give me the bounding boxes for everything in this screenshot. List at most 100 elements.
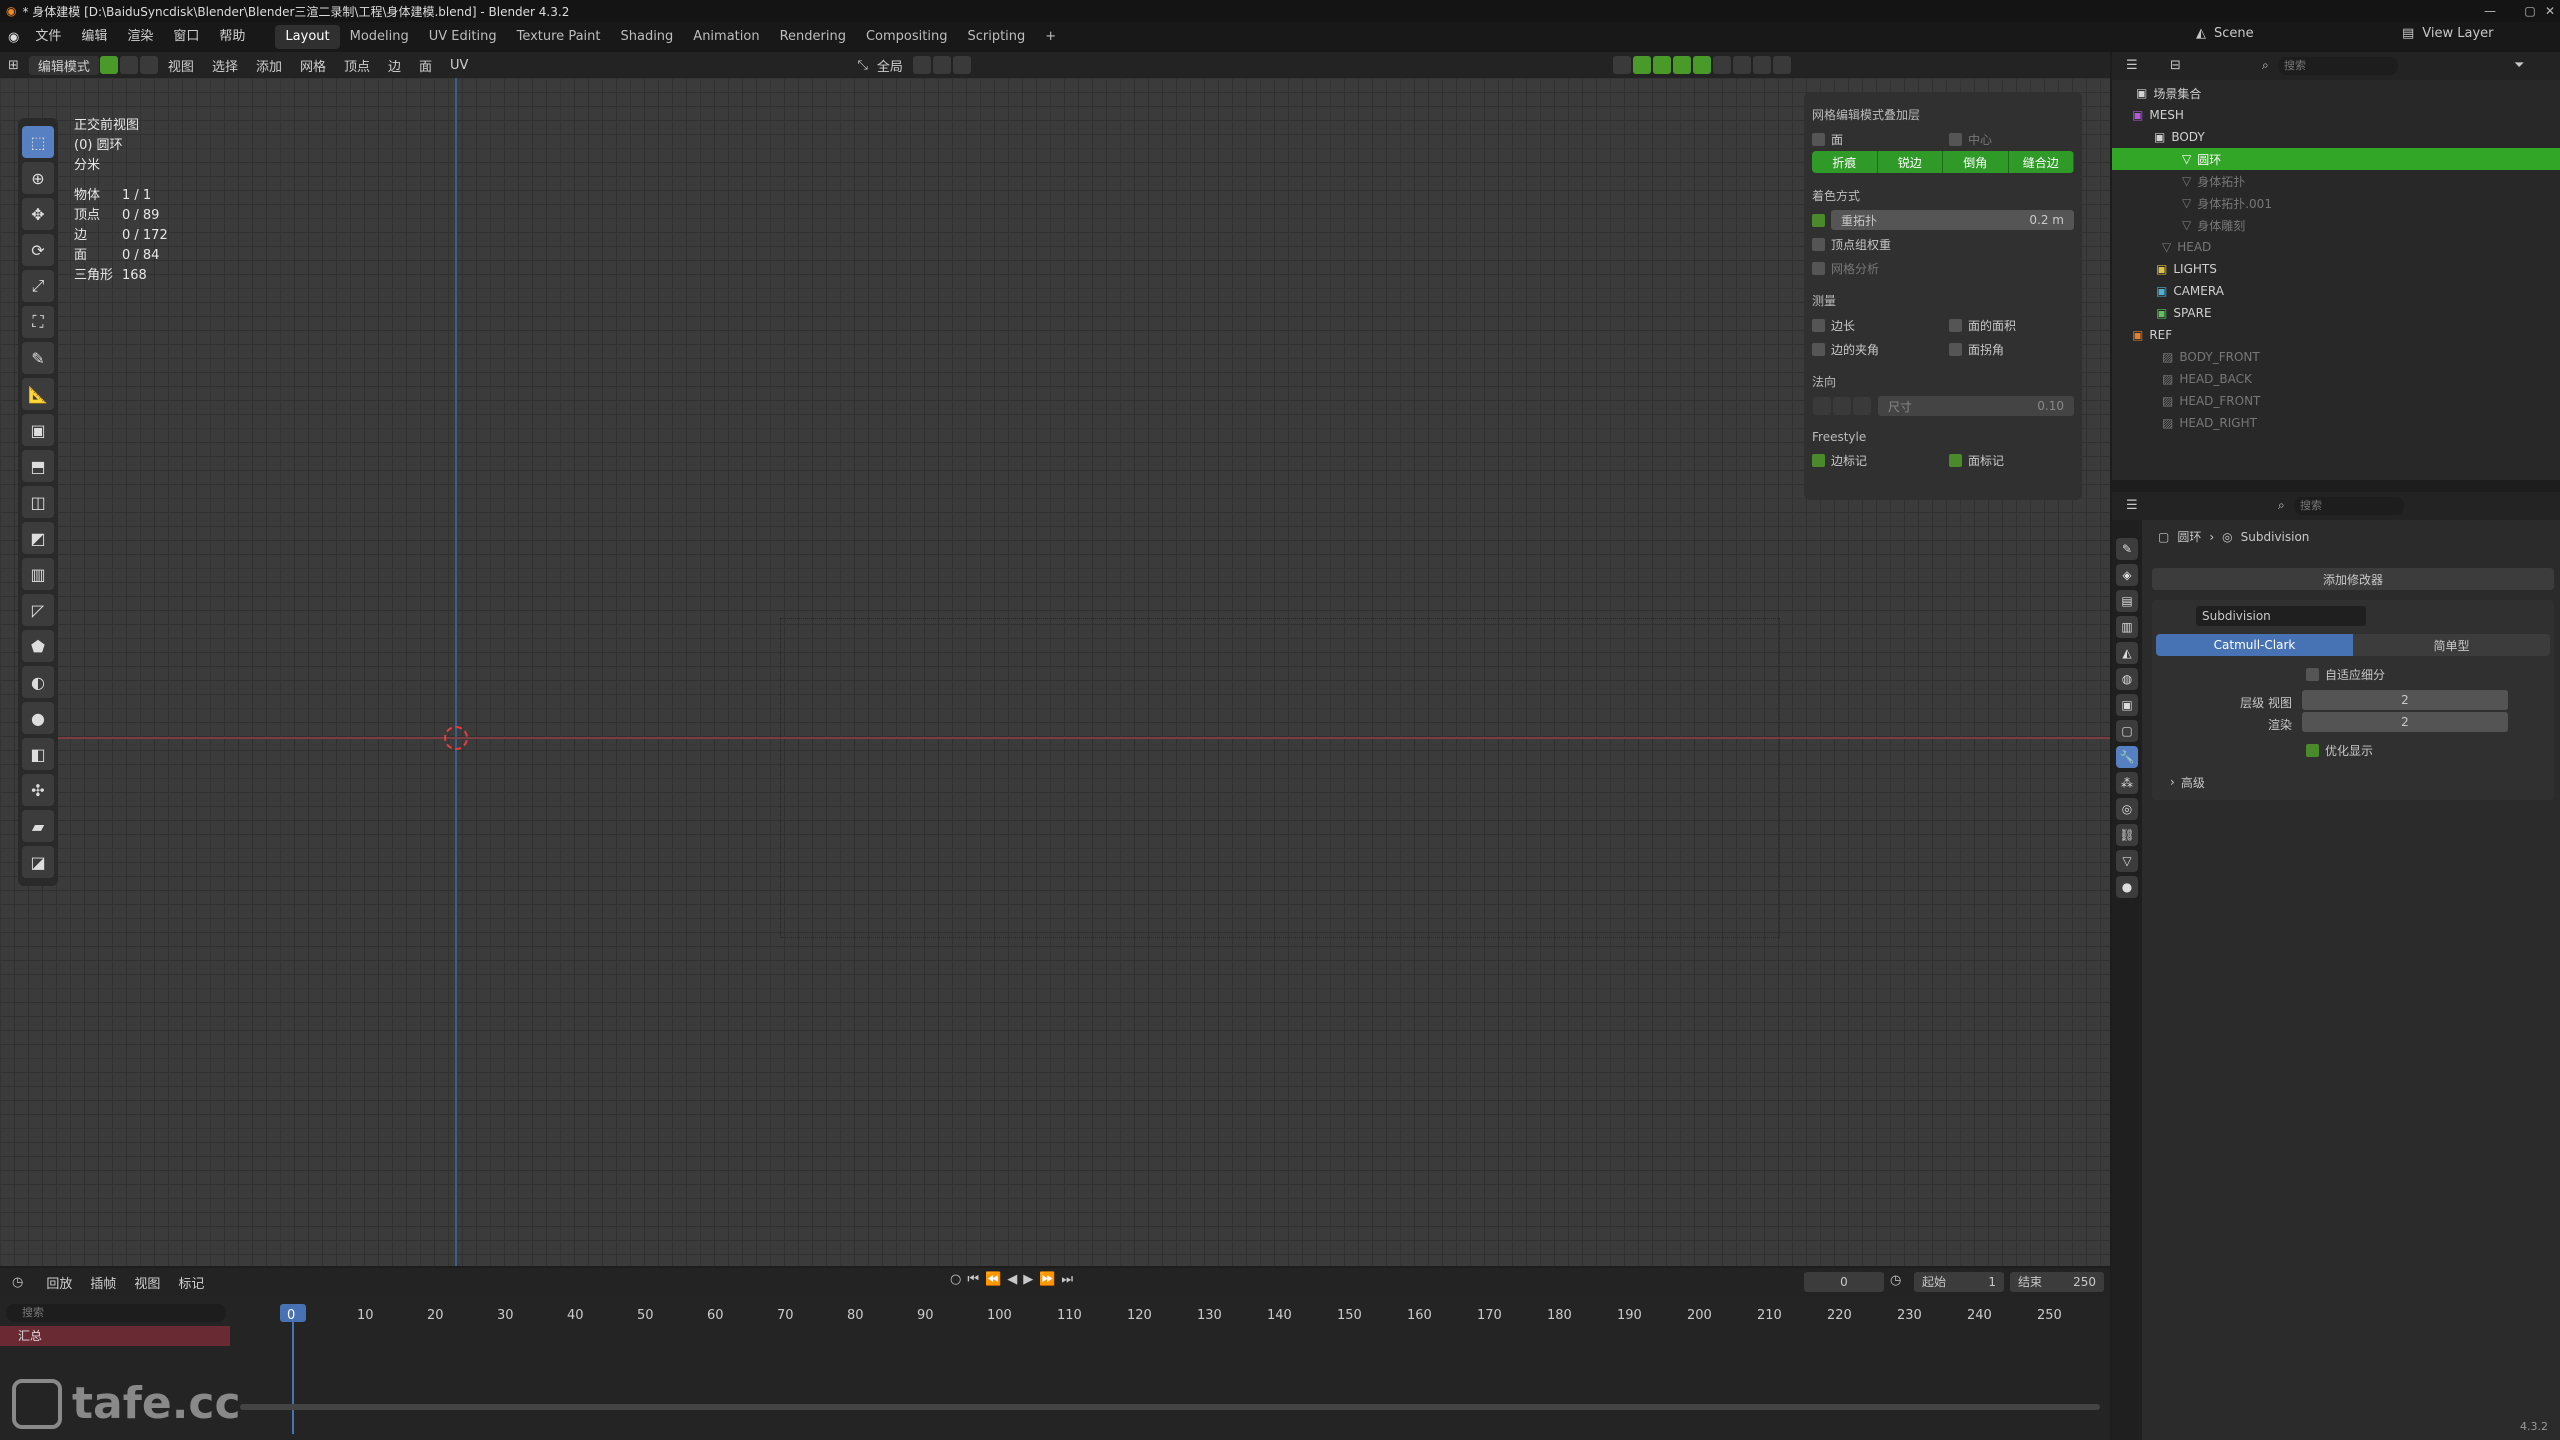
menu-render[interactable]: 渲染 — [117, 22, 163, 52]
tool-props-icon[interactable]: ✎ — [2116, 538, 2138, 560]
timeline[interactable]: 搜索 汇总 0 10 20 30 40 50 60 70 80 90 100 110 120 130 140… — [0, 1296, 2110, 1440]
outliner-row[interactable]: ▽ HEAD — [2112, 236, 2560, 258]
properties-search-input[interactable]: 搜索 — [2294, 497, 2404, 515]
outliner-row[interactable]: ▽ 身体雕刻 — [2112, 214, 2560, 236]
jump-start-icon[interactable]: ⏮ — [967, 1272, 979, 1287]
minimize-button[interactable]: — — [2470, 0, 2510, 22]
shrink-fatten-tool-icon[interactable]: ✣ — [22, 774, 54, 806]
face-area-checkbox[interactable] — [1949, 318, 1962, 332]
render-levels-field[interactable]: 2 — [2302, 712, 2508, 732]
mesh-analysis-checkbox[interactable] — [1812, 261, 1825, 275]
outliner-row[interactable]: ▨ HEAD_FRONT — [2112, 390, 2560, 412]
outliner-row[interactable]: ▽ 身体拓扑.001 — [2112, 192, 2560, 214]
add-workspace-button[interactable]: + — [1035, 25, 1066, 49]
tab-modeling[interactable]: Modeling — [340, 25, 419, 49]
menu-timeline-view[interactable]: 视图 — [125, 1273, 169, 1292]
jump-end-icon[interactable]: ⏭ — [1061, 1272, 1073, 1287]
face-marks-checkbox[interactable] — [1949, 453, 1962, 467]
split-normal-icon[interactable] — [1833, 397, 1851, 415]
loop-cut-tool-icon[interactable]: ▥ — [22, 558, 54, 590]
wireframe-shading-icon[interactable] — [1712, 56, 1731, 74]
tab-shading[interactable]: Shading — [610, 25, 683, 49]
bevel-tool-icon[interactable]: ◩ — [22, 522, 54, 554]
optimal-display-checkbox[interactable] — [2306, 743, 2319, 757]
edge-marks-checkbox[interactable] — [1812, 453, 1825, 467]
outliner-row[interactable]: ▣ MESH — [2112, 104, 2560, 126]
cursor-tool-icon[interactable]: ⊕ — [22, 162, 54, 194]
edge-angle-checkbox[interactable] — [1812, 342, 1825, 356]
faces-checkbox[interactable] — [1812, 132, 1825, 146]
menu-vertex[interactable]: 顶点 — [335, 56, 379, 75]
next-keyframe-icon[interactable]: ⏩ — [1039, 1272, 1055, 1287]
outliner-row[interactable]: ▣ SPARE — [2112, 302, 2560, 324]
tab-compositing[interactable]: Compositing — [856, 25, 958, 49]
record-icon[interactable]: ○ — [950, 1272, 961, 1287]
menu-select[interactable]: 选择 — [203, 56, 247, 75]
start-frame-field[interactable]: 起始 1 — [1914, 1272, 2004, 1292]
scene-props-icon[interactable]: ◭ — [2116, 642, 2138, 664]
outliner-row[interactable]: ▣ 场景集合 — [2112, 82, 2560, 104]
outliner-row[interactable]: ▨ HEAD_RIGHT — [2112, 412, 2560, 434]
tab-uv-editing[interactable]: UV Editing — [419, 25, 507, 49]
view-layer-props-icon[interactable]: ▥ — [2116, 616, 2138, 638]
vertex-normal-icon[interactable] — [1813, 397, 1831, 415]
xray-icon[interactable] — [1692, 56, 1711, 74]
solid-shading-icon[interactable] — [1732, 56, 1751, 74]
material-shading-icon[interactable] — [1752, 56, 1771, 74]
outliner-editor-icon[interactable]: ☰ — [2126, 58, 2138, 73]
outliner-row[interactable]: ▽ 圆环 — [2112, 148, 2560, 170]
seam-toggle[interactable]: 缝合边 — [2008, 151, 2074, 173]
knife-tool-icon[interactable]: ◸ — [22, 594, 54, 626]
gizmo-icon[interactable] — [1632, 56, 1651, 74]
collection-props-icon[interactable]: ▣ — [2116, 694, 2138, 716]
view-layer-selector[interactable]: View Layer — [2422, 26, 2493, 41]
shear-tool-icon[interactable]: ▰ — [22, 810, 54, 842]
outliner-row[interactable]: ▨ HEAD_BACK — [2112, 368, 2560, 390]
menu-add[interactable]: 添加 — [247, 56, 291, 75]
physics-props-icon[interactable]: ◎ — [2116, 798, 2138, 820]
menu-playback[interactable]: 回放 — [37, 1273, 81, 1292]
timeline-editor-icon[interactable]: ◷ — [12, 1275, 23, 1290]
tab-scripting[interactable]: Scripting — [957, 25, 1035, 49]
scale-tool-icon[interactable]: ⤢ — [22, 270, 54, 302]
pivot-icon[interactable] — [912, 56, 931, 74]
transform-orientation-selector[interactable]: 全局 — [868, 56, 912, 75]
menu-uv[interactable]: UV — [441, 58, 477, 73]
transform-tool-icon[interactable]: ⛶ — [22, 306, 54, 338]
menu-file[interactable]: 文件 — [25, 22, 71, 52]
outliner-row[interactable]: ▽ 身体拓扑 — [2112, 170, 2560, 192]
end-frame-field[interactable]: 结束 250 — [2010, 1272, 2104, 1292]
modifier-props-icon[interactable]: 🔧 — [2116, 746, 2138, 768]
outliner-row[interactable]: ▣ BODY — [2112, 126, 2560, 148]
sharp-toggle[interactable]: 锐边 — [1877, 151, 1943, 173]
bevel-toggle[interactable]: 倒角 — [1943, 151, 2009, 173]
menu-keying[interactable]: 插帧 — [81, 1273, 125, 1292]
tab-texture-paint[interactable]: Texture Paint — [507, 25, 611, 49]
constraints-props-icon[interactable]: ⛓ — [2116, 824, 2138, 846]
retopology-slider[interactable]: 重拓扑 0.2 m — [1831, 210, 2074, 230]
filter-icon[interactable]: ⏷ — [2514, 58, 2524, 73]
measure-tool-icon[interactable]: 📐 — [22, 378, 54, 410]
play-reverse-icon[interactable]: ◀ — [1007, 1272, 1017, 1287]
current-frame-field[interactable]: 0 — [1804, 1272, 1884, 1292]
render-props-icon[interactable]: ◈ — [2116, 564, 2138, 586]
visibility-icon[interactable] — [1612, 56, 1631, 74]
annotate-tool-icon[interactable]: ✎ — [22, 342, 54, 374]
menu-marker[interactable]: 标记 — [169, 1273, 213, 1292]
normal-size-field[interactable]: 尺寸 0.10 — [1878, 396, 2074, 416]
retopology-checkbox[interactable] — [1812, 213, 1825, 227]
playhead[interactable] — [292, 1304, 294, 1434]
edge-slide-tool-icon[interactable]: ◧ — [22, 738, 54, 770]
outliner-row[interactable]: ▨ BODY_FRONT — [2112, 346, 2560, 368]
material-props-icon[interactable]: ● — [2116, 876, 2138, 898]
tab-layout[interactable]: Layout — [275, 25, 340, 49]
menu-edit[interactable]: 编辑 — [71, 22, 117, 52]
object-props-icon[interactable]: ▢ — [2116, 720, 2138, 742]
proportional-edit-icon[interactable] — [952, 56, 971, 74]
rotate-tool-icon[interactable]: ⟳ — [22, 234, 54, 266]
close-button[interactable]: ✕ — [2530, 0, 2560, 22]
3d-viewport[interactable] — [0, 78, 2110, 1266]
world-props-icon[interactable]: ◍ — [2116, 668, 2138, 690]
overlay-icon[interactable] — [1652, 56, 1671, 74]
edge-select-icon[interactable] — [119, 56, 138, 74]
